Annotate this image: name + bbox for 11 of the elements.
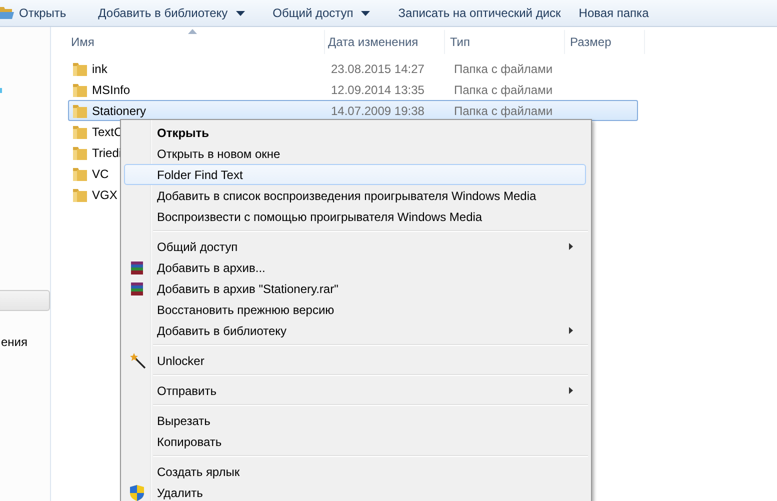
file-name: MSInfo bbox=[92, 82, 130, 96]
date-cell-text: 14.07.2009 19:38 bbox=[330, 104, 426, 118]
file-name: Stationery bbox=[92, 104, 146, 118]
date-cell-text: 12.09.2014 13:35 bbox=[330, 82, 426, 96]
file-name: VGX bbox=[92, 188, 118, 202]
file-name: ink bbox=[92, 62, 108, 76]
type-cell-text: Папка с файлами bbox=[453, 62, 554, 76]
date-cell-text: 23.08.2015 14:27 bbox=[330, 62, 426, 76]
type-cell-text: Папка с файлами bbox=[453, 104, 554, 118]
type-cell-text: Папка с файлами bbox=[453, 82, 554, 96]
file-name: VC bbox=[92, 166, 109, 180]
